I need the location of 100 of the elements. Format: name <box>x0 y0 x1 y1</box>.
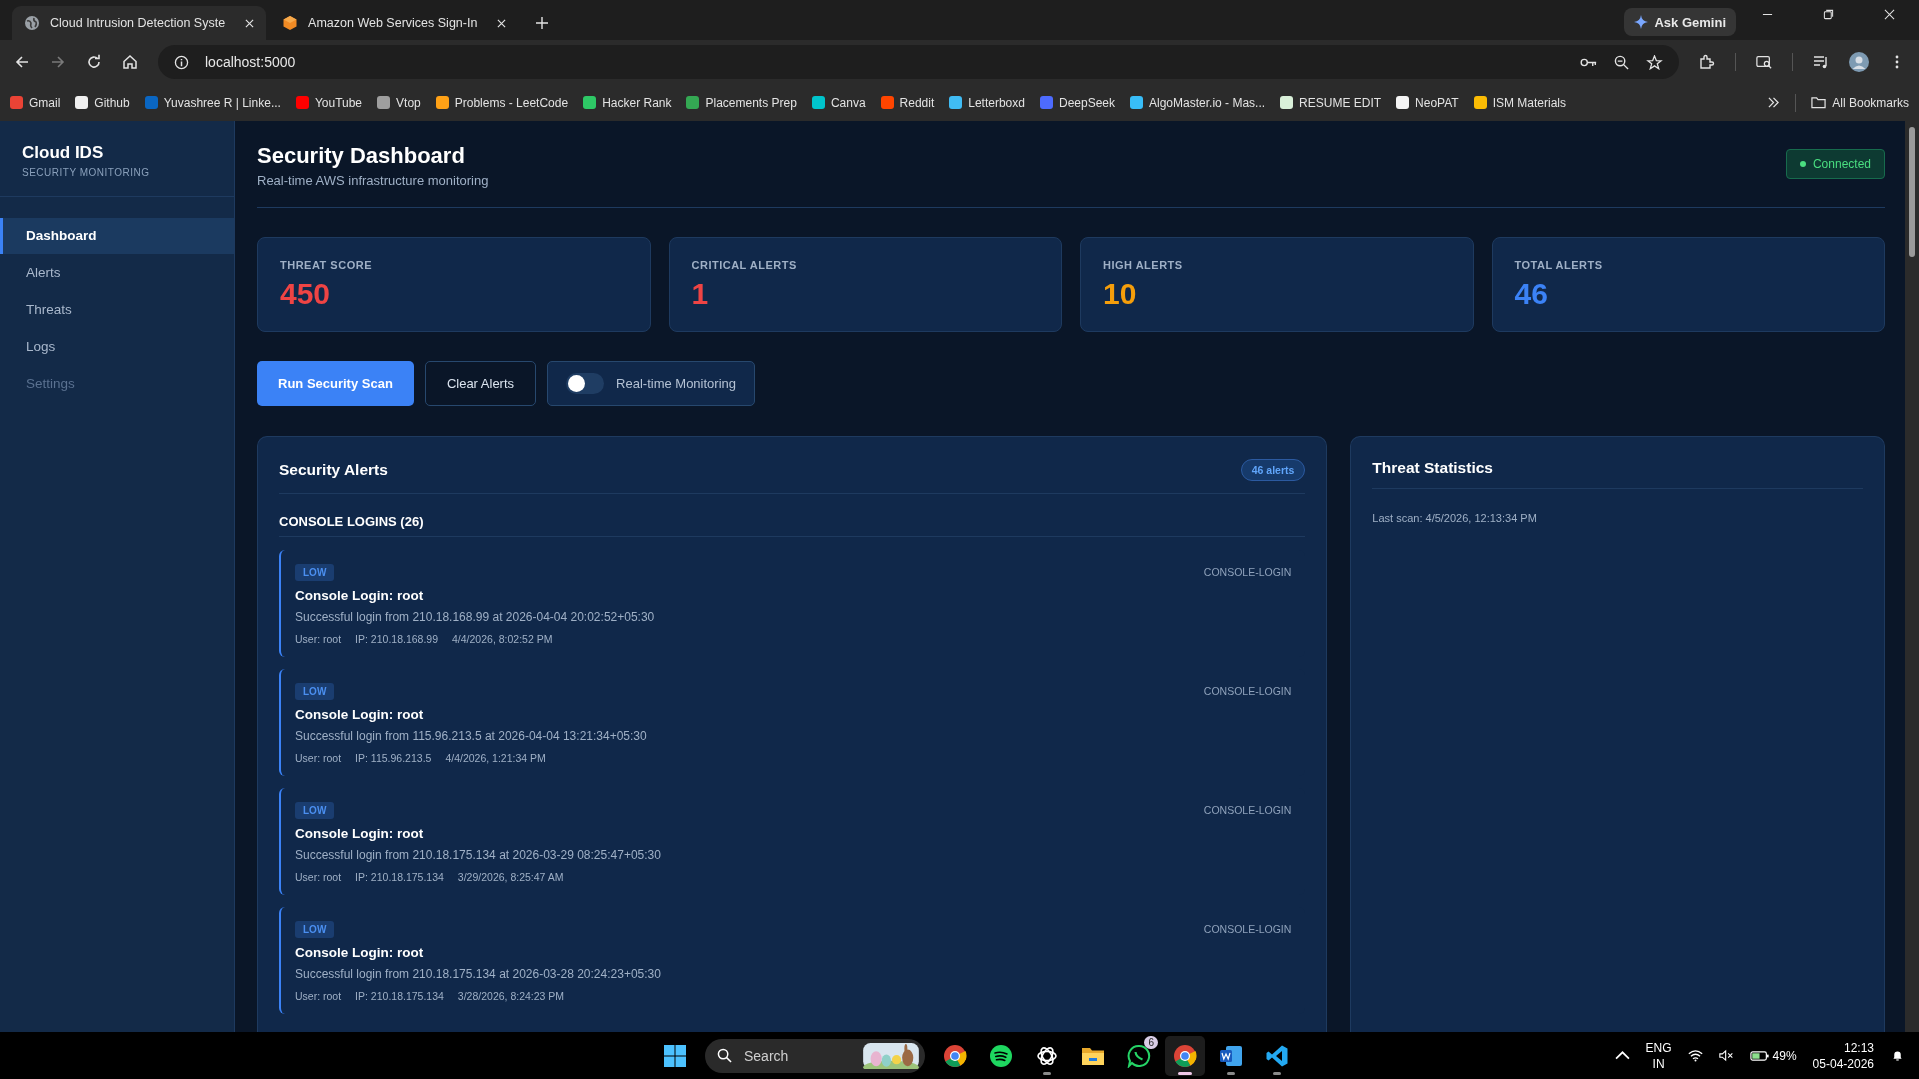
alert-description: Successful login from 210.18.168.99 at 2026-04-04 20:02:52+05:30 <box>295 610 656 624</box>
clear-alerts-button[interactable]: Clear Alerts <box>424 361 537 406</box>
home-icon[interactable] <box>122 54 138 70</box>
bookmark-link[interactable]: Canva <box>811 95 866 110</box>
alert-title: Console Login: root <box>295 826 425 841</box>
alert-ip: IP: 115.96.213.5 <box>355 752 432 764</box>
severity-badge: LOW <box>295 921 335 938</box>
clock-date: 05-04-2026 <box>1812 1055 1874 1072</box>
sidebar-item[interactable]: Threats <box>0 292 234 328</box>
bookmark-link[interactable]: Gmail <box>10 95 61 110</box>
four-squares-icon <box>663 1043 687 1068</box>
language-indicator[interactable]: ENG IN <box>1645 1039 1672 1072</box>
media-icon[interactable] <box>1813 54 1829 70</box>
alert-ip: IP: 210.18.168.99 <box>355 633 438 645</box>
muted-speaker-icon[interactable] <box>1718 1049 1734 1062</box>
status-dot-icon <box>1799 161 1806 167</box>
alert-ip: IP: 210.18.175.134 <box>355 990 444 1002</box>
chat-bubble-icon <box>1127 1043 1151 1068</box>
bookmark-link[interactable]: NeoPAT <box>1396 95 1459 110</box>
zoom-icon[interactable] <box>1613 54 1630 70</box>
battery-indicator[interactable]: 49% <box>1749 1048 1797 1063</box>
alert-count-badge: 46 alerts <box>1240 459 1306 481</box>
avatar-icon[interactable] <box>1849 52 1869 72</box>
ask-gemini-button[interactable]: Ask Gemini <box>1624 8 1736 36</box>
alert-title: Console Login: root <box>295 707 425 722</box>
stat-value: 46 <box>1514 277 1549 311</box>
chevron-up-icon[interactable] <box>1614 1049 1630 1062</box>
stat-value: 450 <box>280 277 332 311</box>
puzzle-icon[interactable] <box>1699 54 1715 70</box>
battery-icon <box>1749 1049 1770 1062</box>
alert-type: CONSOLE-LOGIN <box>1203 923 1292 935</box>
stat-value: 1 <box>691 277 710 311</box>
clock-time: 12:13 <box>1843 1039 1874 1056</box>
run-scan-button[interactable]: Run Security Scan <box>257 361 414 406</box>
bookmark-link[interactable]: Reddit <box>880 95 935 110</box>
panel-title: Security Alerts <box>279 461 388 479</box>
severity-badge: LOW <box>295 802 335 819</box>
alert-title: Console Login: root <box>295 588 425 603</box>
search-icon <box>717 1048 732 1063</box>
all-bookmarks-link[interactable]: All Bookmarks <box>1811 95 1909 110</box>
bookmark-link[interactable]: YouTube <box>295 95 363 110</box>
taskbar-app-button[interactable]: 6 <box>1119 1035 1159 1076</box>
reload-icon[interactable] <box>86 54 102 70</box>
wifi-icon[interactable] <box>1687 1049 1703 1062</box>
browser-icon <box>1173 1043 1197 1068</box>
browser-icon <box>943 1043 967 1068</box>
taskbar-search-bar[interactable]: Search <box>705 1038 925 1073</box>
bookmark-link[interactable]: Placements Prep <box>686 95 797 110</box>
info-icon[interactable] <box>174 54 189 70</box>
search-field[interactable]: Search <box>742 1046 853 1065</box>
page-subtitle: Real-time AWS infrastructure monitoring <box>257 173 489 188</box>
alert-type: CONSOLE-LOGIN <box>1203 566 1292 578</box>
bookmark-link[interactable]: AlgoMaster.io - Mas... <box>1130 95 1266 110</box>
alert-user: User: root <box>295 633 342 645</box>
severity-badge: LOW <box>295 564 335 581</box>
bookmark-link[interactable]: Problems - LeetCode <box>435 95 569 110</box>
alert-description: Successful login from 115.96.213.5 at 2026-04-04 13:21:34+05:30 <box>295 729 648 743</box>
globe-icon <box>24 15 40 31</box>
forward-arrow-icon[interactable] <box>50 54 66 70</box>
panel-title: Threat Statistics <box>1372 459 1863 489</box>
bookmark-link[interactable]: DeepSeek <box>1039 95 1115 110</box>
address-bar[interactable]: localhost:5000 <box>158 45 1679 79</box>
back-arrow-icon[interactable] <box>14 54 30 70</box>
close-icon[interactable] <box>1884 8 1895 20</box>
bookmark-link[interactable]: Github <box>75 95 130 110</box>
monitoring-toggle[interactable]: Real-time Monitoring <box>547 361 755 406</box>
bookmark-link[interactable]: Vtop <box>377 95 421 110</box>
bookmark-link[interactable]: RESUME EDIT <box>1280 95 1382 110</box>
alert-time: 4/4/2026, 8:02:52 PM <box>452 633 553 645</box>
clock[interactable]: 12:13 05-04-2026 <box>1812 1039 1874 1072</box>
alert-description: Successful login from 210.18.175.134 at 2026-03-29 08:25:47+05:30 <box>295 848 662 862</box>
folder-icon <box>1811 96 1827 109</box>
stat-label: CRITICAL ALERTS <box>691 259 798 271</box>
alert-type: CONSOLE-LOGIN <box>1203 804 1292 816</box>
sidebar-item[interactable]: Logs <box>0 329 234 365</box>
browser-tab[interactable]: Amazon Web Services Sign-In <box>270 6 519 40</box>
bookmark-link[interactable]: Letterboxd <box>949 95 1025 110</box>
battery-percent: 49% <box>1772 1048 1797 1063</box>
browser-tab[interactable]: Cloud Intrusion Detection Syste <box>12 6 267 40</box>
alert-user: User: root <box>295 990 342 1002</box>
alert-time: 3/29/2026, 8:25:47 AM <box>457 871 564 883</box>
alert-time: 4/4/2026, 1:21:34 PM <box>445 752 546 764</box>
close-icon[interactable] <box>497 18 507 28</box>
alert-description: Successful login from 210.18.175.134 at 2026-03-28 20:24:23+05:30 <box>295 967 662 981</box>
language-code: ENG <box>1645 1039 1672 1056</box>
star-icon[interactable] <box>1646 54 1663 70</box>
bookmark-link[interactable]: Hacker Rank <box>583 95 672 110</box>
tab-search-icon[interactable] <box>1756 54 1772 70</box>
taskbar-app-button[interactable] <box>1165 1035 1205 1076</box>
toggle-switch[interactable] <box>566 373 605 394</box>
sidebar-item[interactable]: Dashboard <box>0 218 234 254</box>
bookmark-link[interactable]: Yuvashree R | Linke... <box>144 95 281 110</box>
restore-icon[interactable] <box>1823 8 1834 20</box>
chevrons-icon[interactable] <box>1767 97 1781 108</box>
sound-waves-icon <box>989 1043 1013 1068</box>
close-icon[interactable] <box>245 18 255 28</box>
bookmark-link[interactable]: ISM Materials <box>1473 95 1566 110</box>
sidebar-item[interactable]: Alerts <box>0 255 234 291</box>
scrollbar[interactable] <box>1905 121 1919 1032</box>
new-tab-icon[interactable] <box>536 17 549 29</box>
